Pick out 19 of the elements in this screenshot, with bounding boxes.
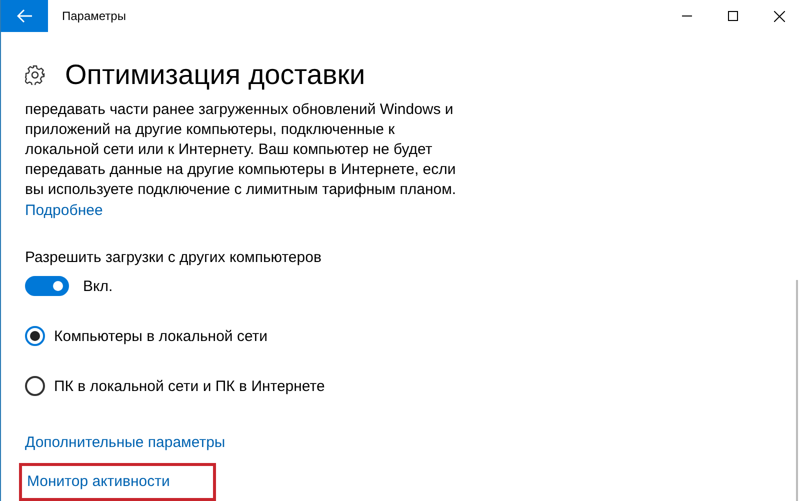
radio-label: Компьютеры в локальной сети <box>54 328 268 344</box>
radio-button[interactable] <box>25 326 45 346</box>
toggle-state-text: Вкл. <box>83 278 113 294</box>
page-title: Оптимизация доставки <box>65 59 366 91</box>
toggle-switch[interactable] <box>25 276 69 296</box>
back-arrow-icon <box>16 9 32 23</box>
radio-label: ПК в локальной сети и ПК в Интернете <box>54 378 325 394</box>
back-button[interactable] <box>1 0 48 32</box>
window-title: Параметры <box>62 9 127 23</box>
scrollbar[interactable] <box>796 280 798 501</box>
settings-link[interactable]: Монитор активности <box>27 473 170 490</box>
settings-icon <box>25 65 45 85</box>
more-link[interactable]: Подробнее <box>25 202 802 219</box>
toggle-label: Разрешить загрузки с других компьютеров <box>25 249 322 266</box>
radio-button[interactable] <box>25 376 45 396</box>
description-text: передавать части ранее загруженных обновлений Windows и приложений на другие компьютеры, подключенные к локальной сети или к Интернету. Ваш компьютер не будет передавать данные на другие компьютеры в Интернете, если вы используете подключение с лимитным тарифным планом. <box>25 100 458 200</box>
close-icon <box>774 10 784 22</box>
settings-link[interactable]: Дополнительные параметры <box>25 434 226 451</box>
maximize-icon <box>728 11 738 21</box>
